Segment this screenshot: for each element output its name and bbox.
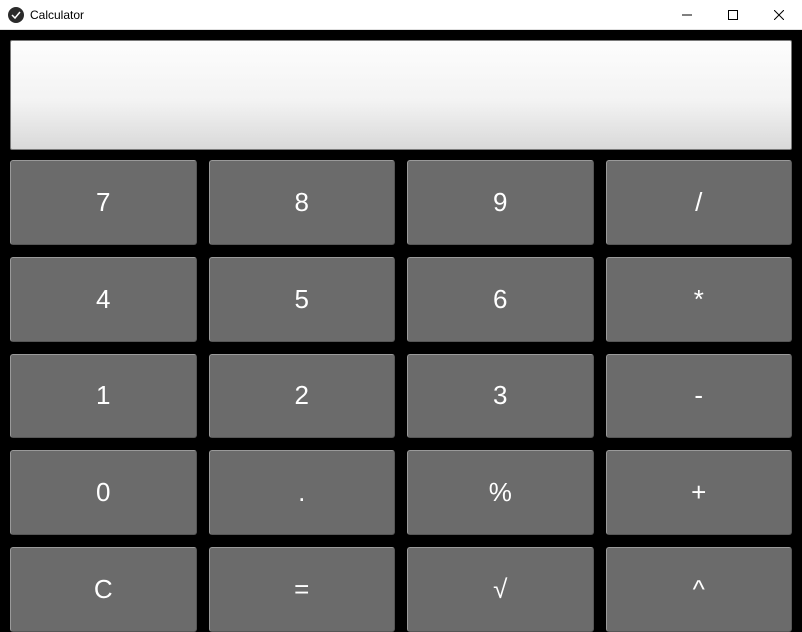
maximize-button[interactable]	[710, 0, 756, 30]
key-sqrt[interactable]: √	[407, 547, 594, 632]
titlebar: Calculator	[0, 0, 802, 30]
key-add[interactable]: +	[606, 450, 793, 535]
key-multiply[interactable]: *	[606, 257, 793, 342]
key-divide[interactable]: /	[606, 160, 793, 245]
title-left: Calculator	[8, 7, 84, 23]
app-icon	[8, 7, 24, 23]
key-clear[interactable]: C	[10, 547, 197, 632]
key-0[interactable]: 0	[10, 450, 197, 535]
key-percent[interactable]: %	[407, 450, 594, 535]
key-7[interactable]: 7	[10, 160, 197, 245]
close-button[interactable]	[756, 0, 802, 30]
display	[10, 40, 792, 150]
key-5[interactable]: 5	[209, 257, 396, 342]
key-power[interactable]: ^	[606, 547, 793, 632]
key-8[interactable]: 8	[209, 160, 396, 245]
key-3[interactable]: 3	[407, 354, 594, 439]
key-6[interactable]: 6	[407, 257, 594, 342]
key-decimal[interactable]: .	[209, 450, 396, 535]
key-subtract[interactable]: -	[606, 354, 793, 439]
key-9[interactable]: 9	[407, 160, 594, 245]
keypad: 7 8 9 / 4 5 6 * 1 2 3 - 0 . % + C = √ ^	[10, 160, 792, 632]
key-1[interactable]: 1	[10, 354, 197, 439]
minimize-button[interactable]	[664, 0, 710, 30]
key-2[interactable]: 2	[209, 354, 396, 439]
window-title: Calculator	[30, 8, 84, 22]
calculator-app: 7 8 9 / 4 5 6 * 1 2 3 - 0 . % + C = √ ^	[0, 30, 802, 632]
window-controls	[664, 0, 802, 29]
key-equals[interactable]: =	[209, 547, 396, 632]
key-4[interactable]: 4	[10, 257, 197, 342]
